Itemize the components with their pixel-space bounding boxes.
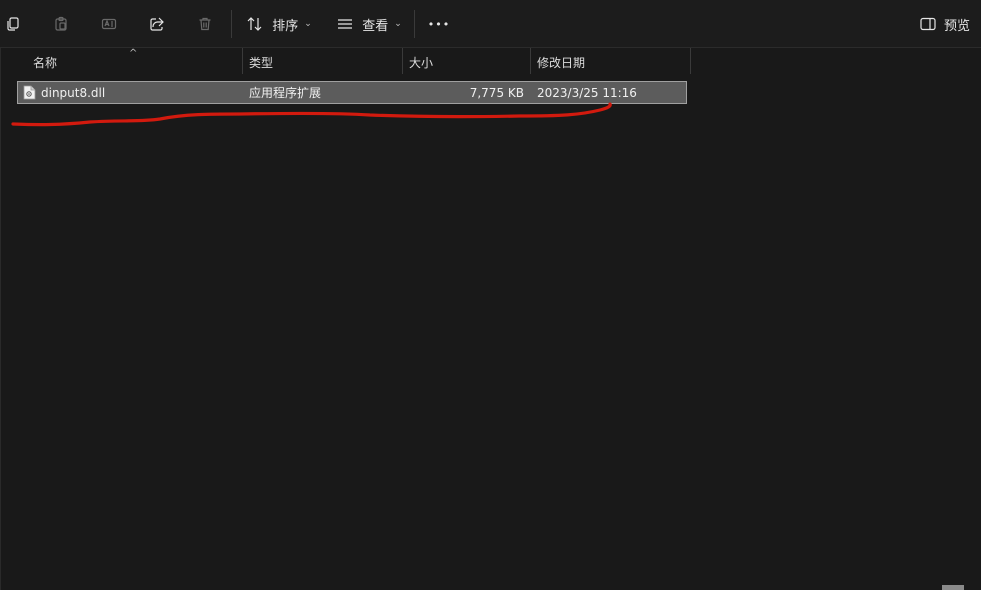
column-header-modified[interactable]: 修改日期 (531, 48, 690, 76)
file-explorer-window: 排序 ⌄ 查看 ⌄ ••• 预览 ^ 名称 类型 大小 修改日期 dinput8… (0, 0, 981, 590)
rename-icon (101, 18, 117, 30)
preview-pane-button[interactable]: 预览 (915, 7, 975, 41)
view-button[interactable]: 查看 ⌄ (334, 7, 404, 41)
preview-label: 预览 (943, 18, 970, 34)
column-divider[interactable] (690, 48, 691, 74)
chevron-down-icon: ⌄ (394, 19, 402, 29)
share-icon (150, 17, 164, 31)
paste-icon (55, 16, 67, 31)
sort-label: 排序 (272, 18, 299, 34)
view-list-icon (338, 19, 353, 29)
toolbar-separator (231, 10, 232, 38)
chevron-down-icon: ⌄ (304, 19, 312, 29)
share-button[interactable] (146, 7, 168, 41)
column-header-name-label: 名称 (33, 55, 58, 70)
column-header-name[interactable]: 名称 (27, 48, 242, 76)
toolbar-separator (414, 10, 415, 38)
column-header-modified-label: 修改日期 (537, 55, 586, 70)
more-options-icon: ••• (427, 17, 451, 31)
preview-pane-icon (920, 17, 936, 31)
sort-icon (247, 17, 262, 31)
column-header-size[interactable]: 大小 (403, 48, 530, 76)
rename-button[interactable] (98, 7, 120, 41)
more-options-button[interactable]: ••• (424, 7, 454, 41)
command-bar: 排序 ⌄ 查看 ⌄ ••• 预览 (0, 0, 981, 48)
sort-button[interactable]: 排序 ⌄ (244, 7, 314, 41)
dll-file-icon (23, 85, 36, 100)
copy-button[interactable] (2, 7, 24, 41)
trash-icon (199, 17, 211, 31)
scrollbar-thumb[interactable] (942, 585, 964, 590)
view-label: 查看 (362, 18, 389, 34)
column-header-type[interactable]: 类型 (243, 48, 402, 76)
column-header-size-label: 大小 (409, 55, 434, 70)
column-header-row: ^ 名称 类型 大小 修改日期 (0, 48, 981, 76)
delete-button[interactable] (194, 7, 216, 41)
red-underline-annotation (11, 102, 612, 127)
paste-button[interactable] (50, 7, 72, 41)
column-header-type-label: 类型 (249, 55, 274, 70)
copy-icon (7, 17, 19, 31)
